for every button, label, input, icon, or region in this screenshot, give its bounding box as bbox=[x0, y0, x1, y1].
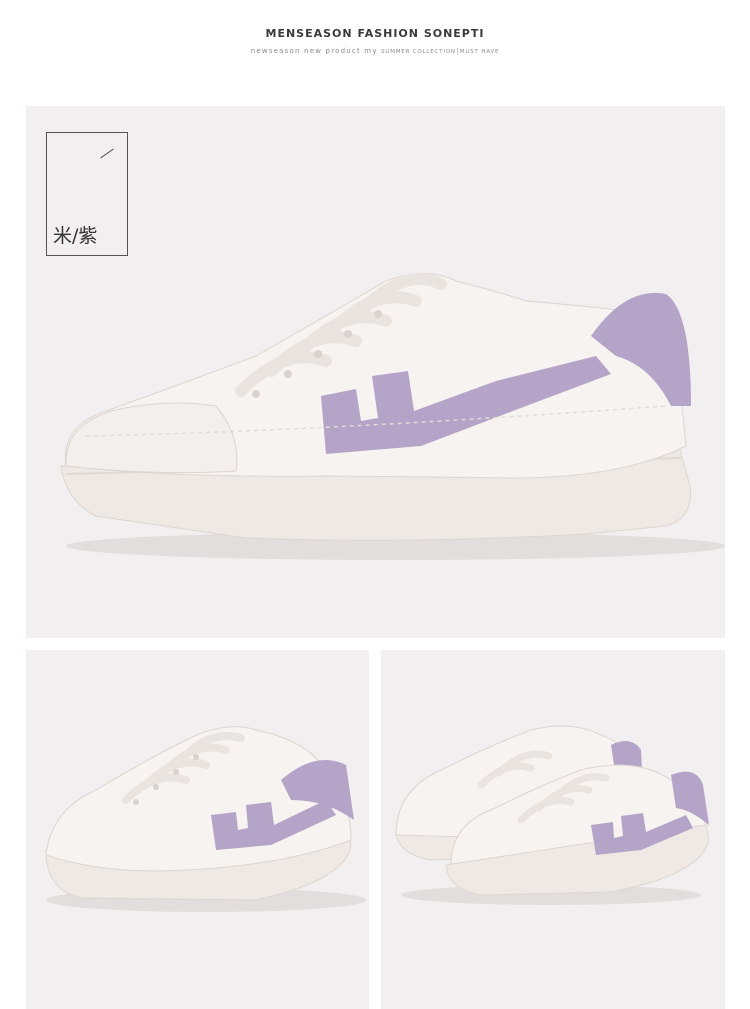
brand-title: MENSEASON FASHION SONEPTI bbox=[265, 27, 485, 40]
brand-subtitle-main: newseason new product my bbox=[250, 47, 378, 55]
main-shoe-image bbox=[60, 272, 725, 560]
shoe-pair-image bbox=[395, 725, 710, 905]
angle-view-panel bbox=[26, 650, 369, 1009]
brand-subtitle-small: SUMMER COLLECTION│MUST HAVE bbox=[381, 49, 500, 55]
header: MENSEASON FASHION SONEPTI newseason new … bbox=[0, 0, 750, 90]
brand-subtitle: newseason new product my SUMMER COLLECTI… bbox=[0, 47, 750, 55]
shoe-angle-image bbox=[45, 726, 366, 912]
pair-view-panel bbox=[381, 650, 725, 1009]
main-product-panel: 米/紫 bbox=[26, 106, 725, 638]
